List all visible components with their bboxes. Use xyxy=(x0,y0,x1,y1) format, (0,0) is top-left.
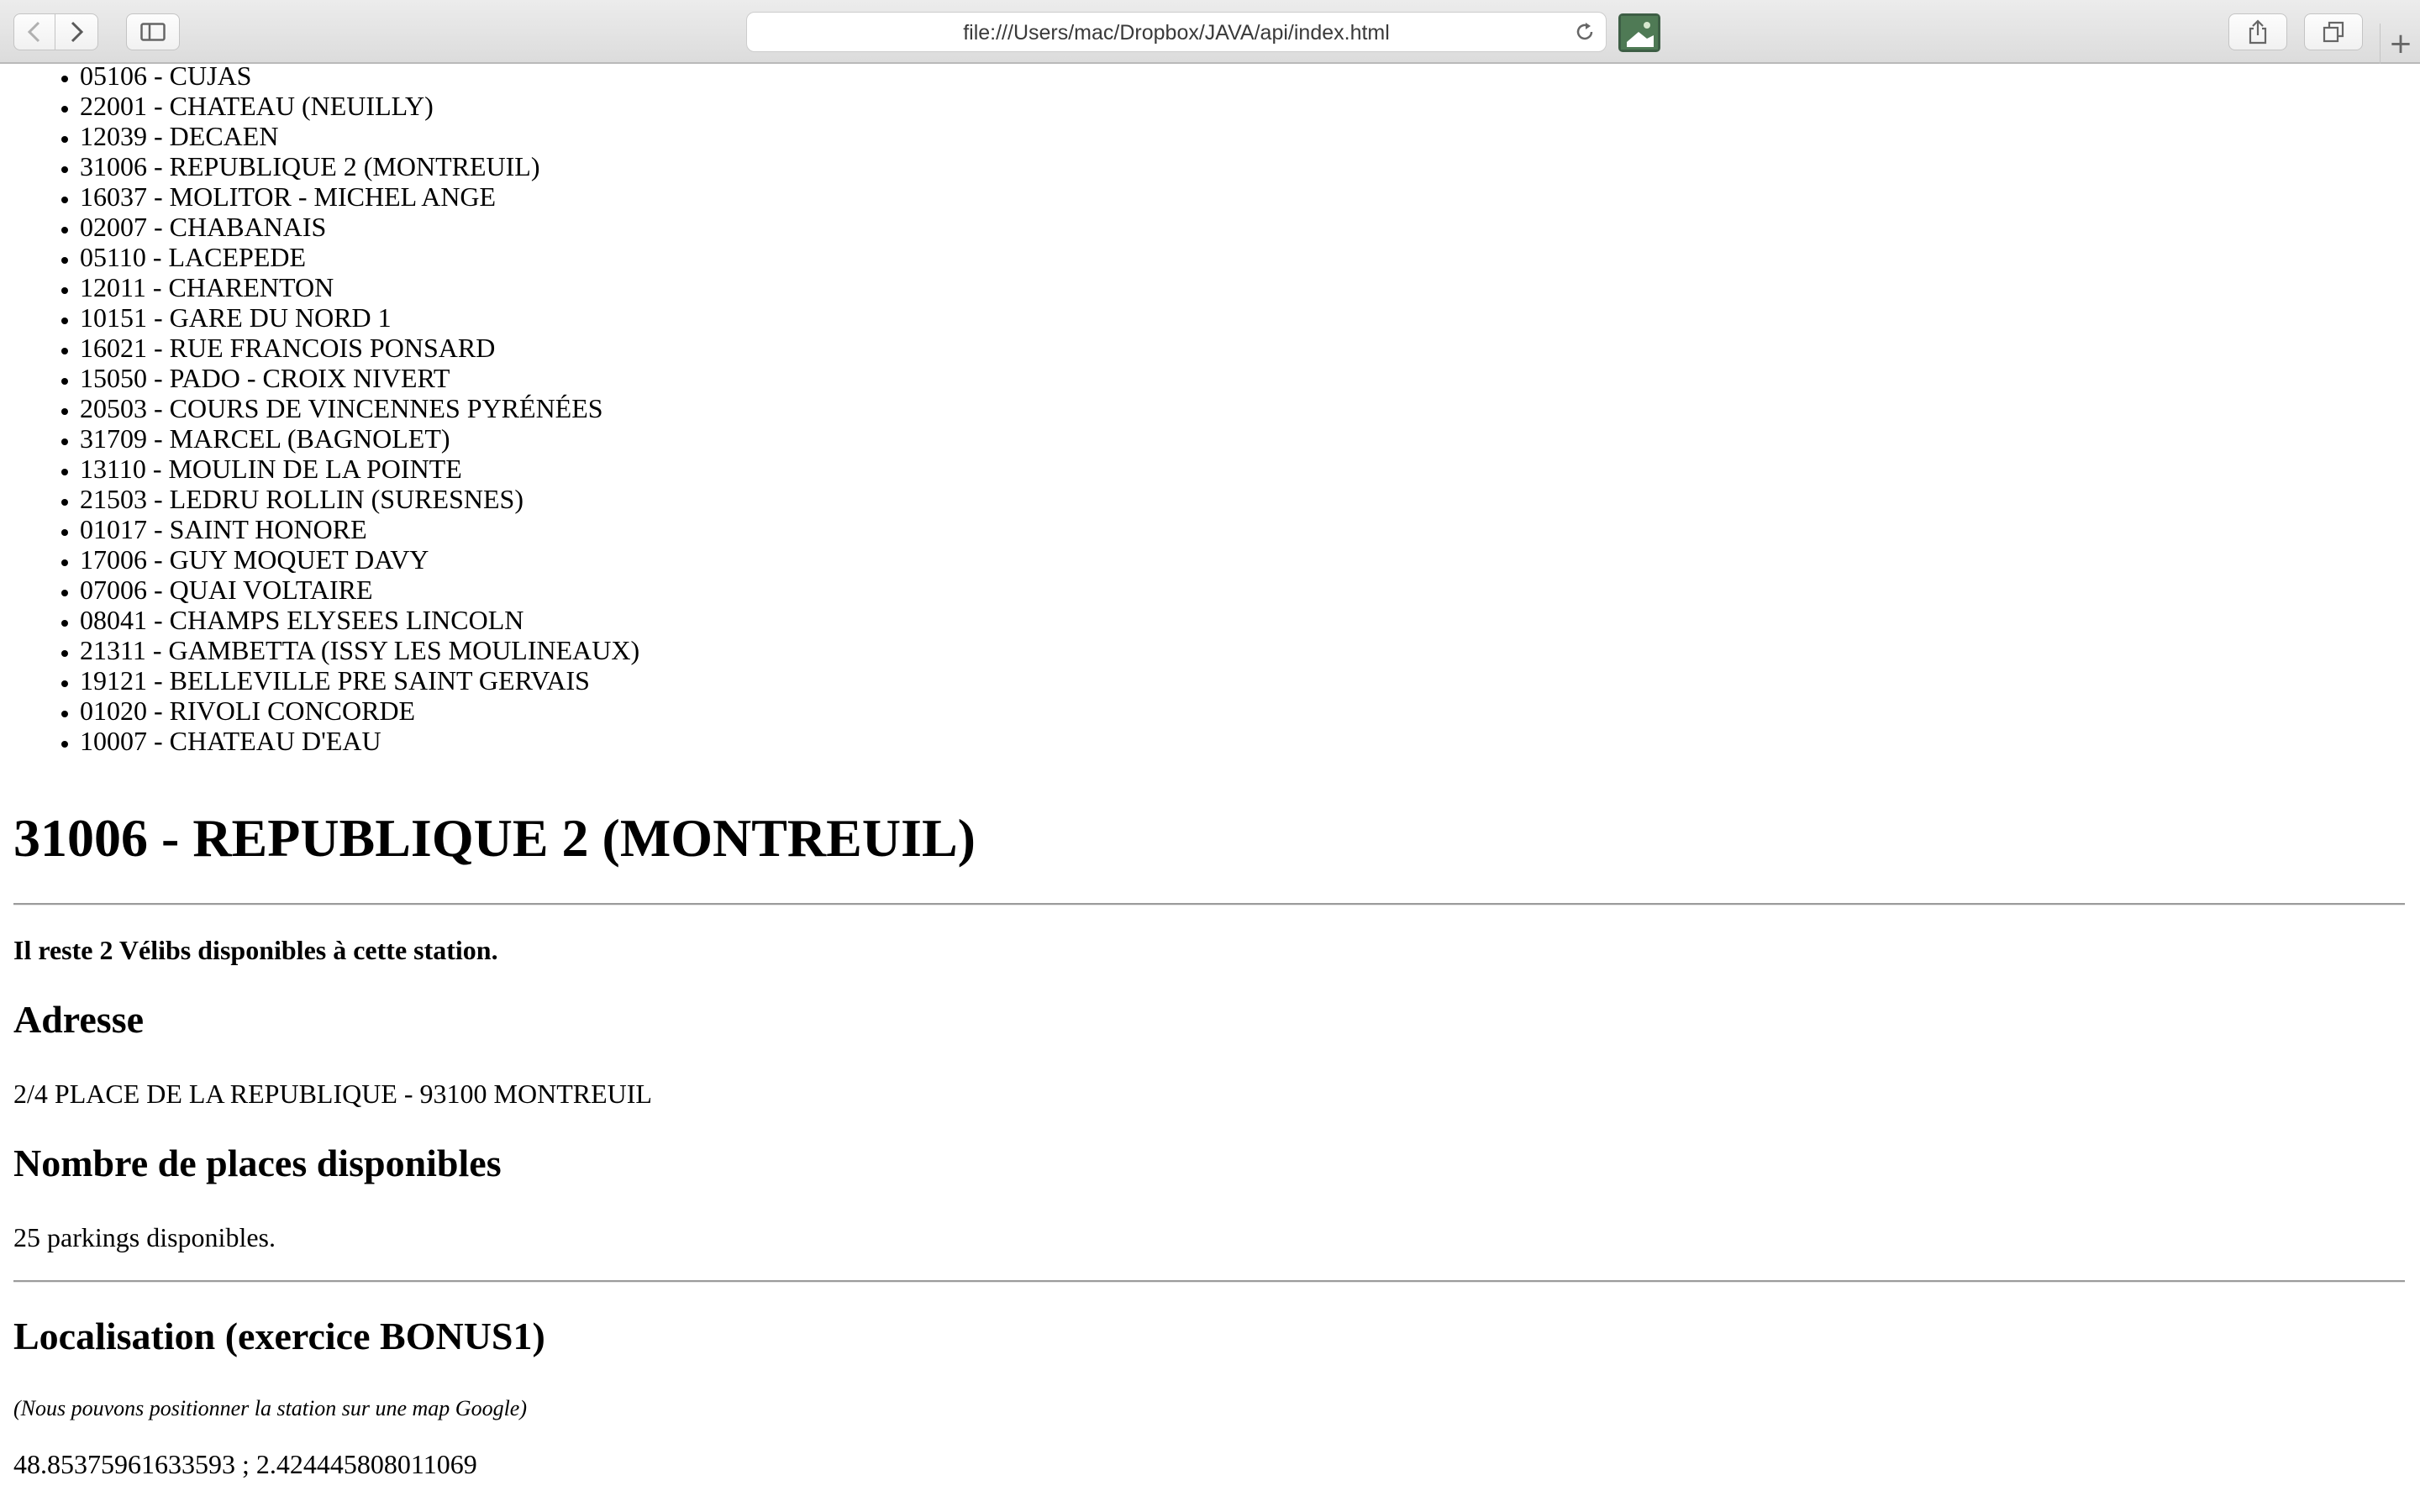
address-heading: Adresse xyxy=(13,998,145,1041)
station-list: 15125 - RUE DU COMMERCE05106 - CUJAS2200… xyxy=(0,64,639,756)
station-list-item: 01017 - SAINT HONORE xyxy=(80,514,639,544)
station-list-item: 16021 - RUE FRANCOIS PONSARD xyxy=(80,333,639,363)
url-text[interactable]: file:///Users/mac/Dropbox/JAVA/api/index… xyxy=(747,13,1606,53)
station-list-item: 05106 - CUJAS xyxy=(80,64,639,91)
station-list-item: 02007 - CHABANAIS xyxy=(80,212,639,242)
station-list-item: 31006 - REPUBLIQUE 2 (MONTREUIL) xyxy=(80,151,639,181)
new-tab-button[interactable]: + xyxy=(2380,24,2420,64)
extension-icon[interactable] xyxy=(1618,13,1660,52)
station-list-item: 07006 - QUAI VOLTAIRE xyxy=(80,575,639,605)
station-list-item: 08041 - CHAMPS ELYSEES LINCOLN xyxy=(80,605,639,635)
image-icon xyxy=(1621,16,1658,50)
sidebar-button[interactable] xyxy=(126,13,180,50)
station-list-item: 20503 - COURS DE VINCENNES PYRÉNÉES xyxy=(80,393,639,423)
station-list-item: 31709 - MARCEL (BAGNOLET) xyxy=(80,423,639,454)
coordinates-text: 48.85375961633593 ; 2.424445808011069 xyxy=(13,1449,477,1479)
browser-toolbar: file:///Users/mac/Dropbox/JAVA/api/index… xyxy=(0,0,2420,64)
station-list-item: 21311 - GAMBETTA (ISSY LES MOULINEAUX) xyxy=(80,635,639,665)
places-text: 25 parkings disponibles. xyxy=(13,1222,276,1252)
station-list-item: 22001 - CHATEAU (NEUILLY) xyxy=(80,91,639,121)
station-list-item: 16037 - MOLITOR - MICHEL ANGE xyxy=(80,181,639,212)
share-button[interactable] xyxy=(2228,13,2287,50)
station-list-item: 17006 - GUY MOQUET DAVY xyxy=(80,544,639,575)
tabs-icon xyxy=(2323,21,2344,43)
back-button[interactable] xyxy=(13,13,55,50)
station-list-item: 13110 - MOULIN DE LA POINTE xyxy=(80,454,639,484)
station-list-item: 21503 - LEDRU ROLLIN (SURESNES) xyxy=(80,484,639,514)
station-list-item: 05110 - LACEPEDE xyxy=(80,242,639,272)
station-list-item: 10151 - GARE DU NORD 1 xyxy=(80,302,639,333)
location-heading: Localisation (exercice BONUS1) xyxy=(13,1315,545,1357)
location-note: (Nous pouvons positionner la station sur… xyxy=(13,1396,527,1420)
station-list-item: 15050 - PADO - CROIX NIVERT xyxy=(80,363,639,393)
station-title: 31006 - REPUBLIQUE 2 (MONTREUIL) xyxy=(13,808,976,868)
available-bikes-text: Il reste 2 Vélibs disponibles à cette st… xyxy=(13,935,498,965)
reload-icon[interactable] xyxy=(1574,21,1596,43)
chevron-right-icon xyxy=(71,21,84,43)
show-tabs-button[interactable] xyxy=(2304,13,2363,50)
address-bar[interactable]: file:///Users/mac/Dropbox/JAVA/api/index… xyxy=(746,12,1607,52)
station-list-item: 12011 - CHARENTON xyxy=(80,272,639,302)
station-list-item: 01020 - RIVOLI CONCORDE xyxy=(80,696,639,726)
forward-button[interactable] xyxy=(55,13,98,50)
station-list-item: 19121 - BELLEVILLE PRE SAINT GERVAIS xyxy=(80,665,639,696)
sidebar-icon xyxy=(140,23,166,41)
chevron-left-icon xyxy=(27,21,40,43)
address-text: 2/4 PLACE DE LA REPUBLIQUE - 93100 MONTR… xyxy=(13,1079,652,1109)
divider xyxy=(13,903,2405,906)
share-icon xyxy=(2249,19,2267,45)
station-list-item: 12039 - DECAEN xyxy=(80,121,639,151)
page-content: 15125 - RUE DU COMMERCE05106 - CUJAS2200… xyxy=(0,64,2420,1512)
divider xyxy=(13,1280,2405,1283)
station-list-item: 10007 - CHATEAU D'EAU xyxy=(80,726,639,756)
places-heading: Nombre de places disponibles xyxy=(13,1142,502,1184)
